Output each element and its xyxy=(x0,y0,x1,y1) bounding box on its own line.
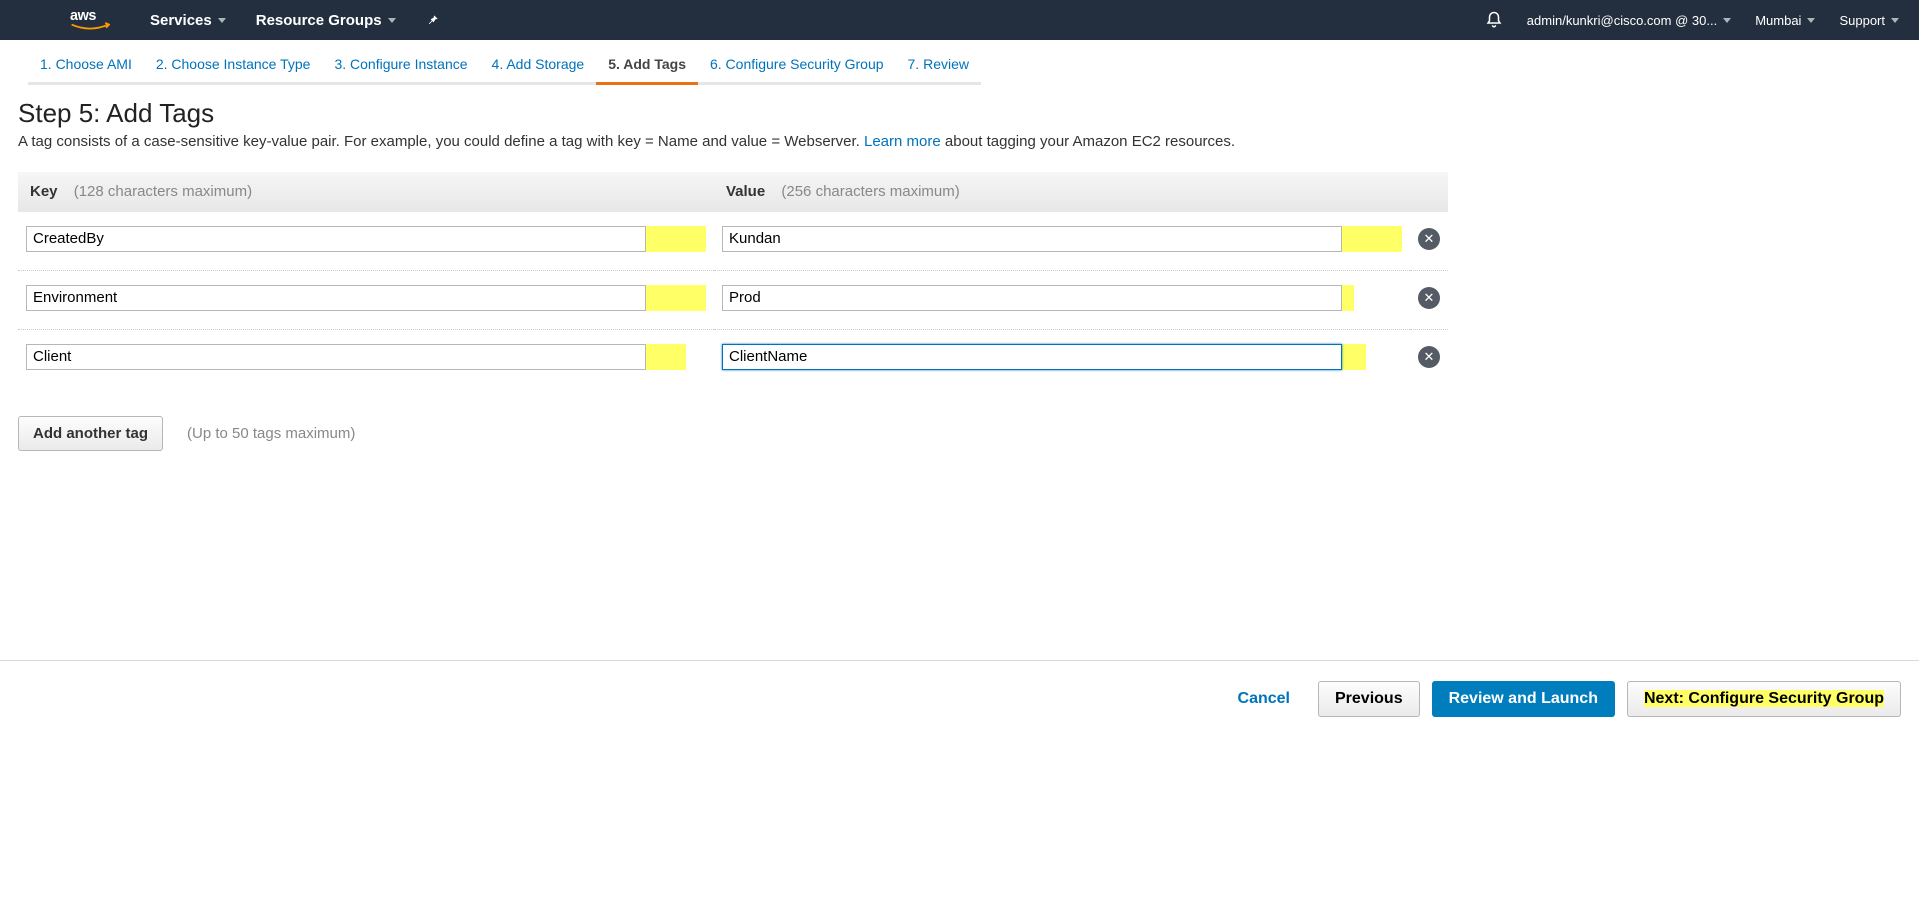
pin-icon[interactable] xyxy=(426,13,440,27)
page-content: Step 5: Add Tags A tag consists of a cas… xyxy=(0,86,1919,451)
delete-tag-button[interactable]: ✕ xyxy=(1418,346,1440,368)
delete-tag-button[interactable]: ✕ xyxy=(1418,228,1440,250)
tag-value-input[interactable] xyxy=(722,344,1342,370)
add-tag-row: Add another tag (Up to 50 tags maximum) xyxy=(18,416,1901,451)
chevron-down-icon xyxy=(1891,18,1899,23)
delete-header-cell xyxy=(1410,172,1448,212)
add-another-tag-button[interactable]: Add another tag xyxy=(18,416,163,451)
step-choose-instance-type[interactable]: 2. Choose Instance Type xyxy=(144,54,323,85)
next-button-label: Next: Configure Security Group xyxy=(1644,690,1884,707)
nav-right: admin/kunkri@cisco.com @ 30... Mumbai Su… xyxy=(1485,11,1899,29)
tag-row: ✕ xyxy=(18,270,1448,329)
cancel-button[interactable]: Cancel xyxy=(1222,682,1306,716)
page-description: A tag consists of a case-sensitive key-v… xyxy=(18,131,1901,154)
chevron-down-icon xyxy=(388,18,396,23)
tag-value-input[interactable] xyxy=(722,226,1342,252)
svg-text:aws: aws xyxy=(70,7,96,23)
review-and-launch-button[interactable]: Review and Launch xyxy=(1432,681,1615,717)
key-header-cell: Key (128 characters maximum) xyxy=(18,172,714,212)
top-nav: aws Services Resource Groups admin/kunkr… xyxy=(0,0,1919,40)
nav-account[interactable]: admin/kunkri@cisco.com @ 30... xyxy=(1527,13,1731,28)
tag-row: ✕ xyxy=(18,329,1448,388)
tag-key-input[interactable] xyxy=(26,285,646,311)
tag-key-input[interactable] xyxy=(26,226,646,252)
nav-resource-groups-label: Resource Groups xyxy=(256,12,382,29)
key-header-label: Key xyxy=(30,183,58,200)
tag-key-input[interactable] xyxy=(26,344,646,370)
value-header-label: Value xyxy=(726,183,765,200)
nav-region-label: Mumbai xyxy=(1755,13,1801,28)
tag-value-input[interactable] xyxy=(722,285,1342,311)
tags-table: Key (128 characters maximum) Value (256 … xyxy=(18,172,1448,388)
chevron-down-icon xyxy=(218,18,226,23)
chevron-down-icon xyxy=(1807,18,1815,23)
nav-account-label: admin/kunkri@cisco.com @ 30... xyxy=(1527,13,1717,28)
page-title: Step 5: Add Tags xyxy=(18,98,1901,129)
nav-resource-groups[interactable]: Resource Groups xyxy=(256,12,396,29)
value-header-cell: Value (256 characters maximum) xyxy=(714,172,1410,212)
footer-bar: Cancel Previous Review and Launch Next: … xyxy=(0,660,1919,717)
desc-post: about tagging your Amazon EC2 resources. xyxy=(945,133,1235,150)
aws-logo[interactable]: aws xyxy=(70,7,110,34)
nav-services-label: Services xyxy=(150,12,212,29)
next-configure-security-group-button[interactable]: Next: Configure Security Group xyxy=(1627,681,1901,717)
desc-pre: A tag consists of a case-sensitive key-v… xyxy=(18,133,864,150)
key-header-hint: (128 characters maximum) xyxy=(74,183,252,200)
notifications-icon[interactable] xyxy=(1485,11,1503,29)
learn-more-link[interactable]: Learn more xyxy=(864,133,941,150)
step-review[interactable]: 7. Review xyxy=(896,54,981,85)
chevron-down-icon xyxy=(1723,18,1731,23)
nav-left: Services Resource Groups xyxy=(150,12,440,29)
previous-button[interactable]: Previous xyxy=(1318,681,1420,717)
wizard-steps: 1. Choose AMI 2. Choose Instance Type 3.… xyxy=(0,40,1919,86)
tag-row: ✕ xyxy=(18,212,1448,271)
step-configure-security-group[interactable]: 6. Configure Security Group xyxy=(698,54,896,85)
value-header-hint: (256 characters maximum) xyxy=(781,183,959,200)
step-configure-instance[interactable]: 3. Configure Instance xyxy=(322,54,479,85)
nav-region[interactable]: Mumbai xyxy=(1755,13,1815,28)
nav-services[interactable]: Services xyxy=(150,12,226,29)
nav-support[interactable]: Support xyxy=(1839,13,1899,28)
nav-support-label: Support xyxy=(1839,13,1885,28)
delete-tag-button[interactable]: ✕ xyxy=(1418,287,1440,309)
add-tag-hint: (Up to 50 tags maximum) xyxy=(187,425,355,442)
step-choose-ami[interactable]: 1. Choose AMI xyxy=(28,54,144,85)
step-add-tags[interactable]: 5. Add Tags xyxy=(596,54,698,85)
step-add-storage[interactable]: 4. Add Storage xyxy=(480,54,597,85)
